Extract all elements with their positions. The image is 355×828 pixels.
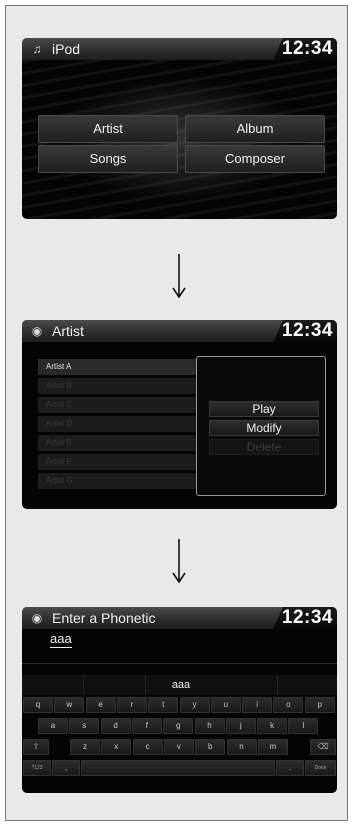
artist-button[interactable]: Artist	[38, 115, 178, 143]
screen-title: Artist	[52, 323, 84, 339]
list-item-artist-g[interactable]: Artist G	[38, 473, 216, 489]
key-u[interactable]: u	[210, 697, 241, 713]
clock: 12:34	[281, 320, 333, 341]
key-p[interactable]: p	[304, 697, 335, 713]
key-d[interactable]: d	[100, 718, 131, 734]
key-s[interactable]: s	[69, 718, 100, 734]
key-g[interactable]: g	[163, 718, 194, 734]
songs-button[interactable]: Songs	[38, 145, 178, 173]
key-k[interactable]: k	[257, 718, 288, 734]
title-bar: ◉ Artist 12:34	[22, 320, 337, 342]
list-item-artist-e[interactable]: Artist E	[38, 435, 216, 451]
key-h[interactable]: h	[194, 718, 225, 734]
key-q[interactable]: q	[23, 697, 53, 713]
composer-button[interactable]: Composer	[185, 145, 325, 173]
music-note-icon: ♫	[32, 42, 42, 56]
backspace-key[interactable]: ⌫	[310, 739, 336, 755]
key-r[interactable]: r	[116, 697, 147, 713]
disc-icon: ◉	[31, 611, 43, 625]
disc-icon: ◉	[31, 324, 43, 338]
suggestion-aaa[interactable]: aaa	[146, 675, 216, 695]
screen-title: iPod	[52, 41, 81, 57]
mode-key[interactable]: ?123	[23, 760, 51, 776]
key-y[interactable]: y	[179, 697, 210, 713]
list-item-artist-c[interactable]: Artist C	[38, 397, 216, 413]
list-item-artist-d[interactable]: Artist D	[38, 416, 216, 432]
list-item-artist-b[interactable]: Artist B	[38, 378, 216, 394]
key-x[interactable]: x	[101, 739, 132, 755]
key-c[interactable]: c	[132, 739, 163, 755]
modify-button[interactable]: Modify	[209, 420, 319, 436]
album-button[interactable]: Album	[185, 115, 325, 143]
play-button[interactable]: Play	[209, 401, 319, 417]
key-t[interactable]: t	[148, 697, 179, 713]
key-o[interactable]: o	[273, 697, 304, 713]
screen-title: Enter a Phonetic	[52, 610, 156, 626]
key-l[interactable]: l	[288, 718, 319, 734]
list-item-artist-a[interactable]: Artist A	[38, 359, 216, 375]
key-j[interactable]: j	[225, 718, 256, 734]
down-arrow-icon	[172, 254, 186, 298]
artist-list-screen: ◉ Artist 12:34 Artist A Artist B Artist …	[22, 320, 337, 509]
delete-button[interactable]: Delete	[209, 439, 319, 455]
title-bar: ◉ Enter a Phonetic 12:34	[22, 607, 337, 629]
key-f[interactable]: f	[131, 718, 162, 734]
shift-key[interactable]: ⇧	[23, 739, 49, 755]
period-key[interactable]: .	[276, 760, 304, 776]
comma-key[interactable]: ,	[52, 760, 80, 776]
done-key[interactable]: Done	[305, 760, 336, 776]
title-bar: ♫ iPod 12:34	[22, 38, 337, 60]
key-m[interactable]: m	[257, 739, 288, 755]
key-n[interactable]: n	[226, 739, 257, 755]
options-popup: Play Modify Delete	[196, 356, 326, 496]
clock: 12:34	[281, 38, 333, 59]
key-b[interactable]: b	[195, 739, 226, 755]
key-w[interactable]: w	[54, 697, 85, 713]
key-e[interactable]: e	[85, 697, 116, 713]
list-item-artist-f[interactable]: Artist F	[38, 454, 216, 470]
phonetic-entry-screen: ◉ Enter a Phonetic 12:34 aaa aaa qwertyu…	[22, 607, 337, 793]
space-key[interactable]	[81, 760, 275, 776]
down-arrow-icon	[172, 539, 186, 583]
key-i[interactable]: i	[242, 697, 273, 713]
clock: 12:34	[281, 607, 333, 628]
key-v[interactable]: v	[163, 739, 194, 755]
suggestion-bar: aaa	[22, 675, 337, 695]
phonetic-input[interactable]: aaa	[50, 631, 72, 648]
key-a[interactable]: a	[38, 718, 68, 734]
key-z[interactable]: z	[70, 739, 100, 755]
ipod-menu-screen: ♫ iPod 12:34 Artist Album Songs Composer	[22, 38, 337, 219]
